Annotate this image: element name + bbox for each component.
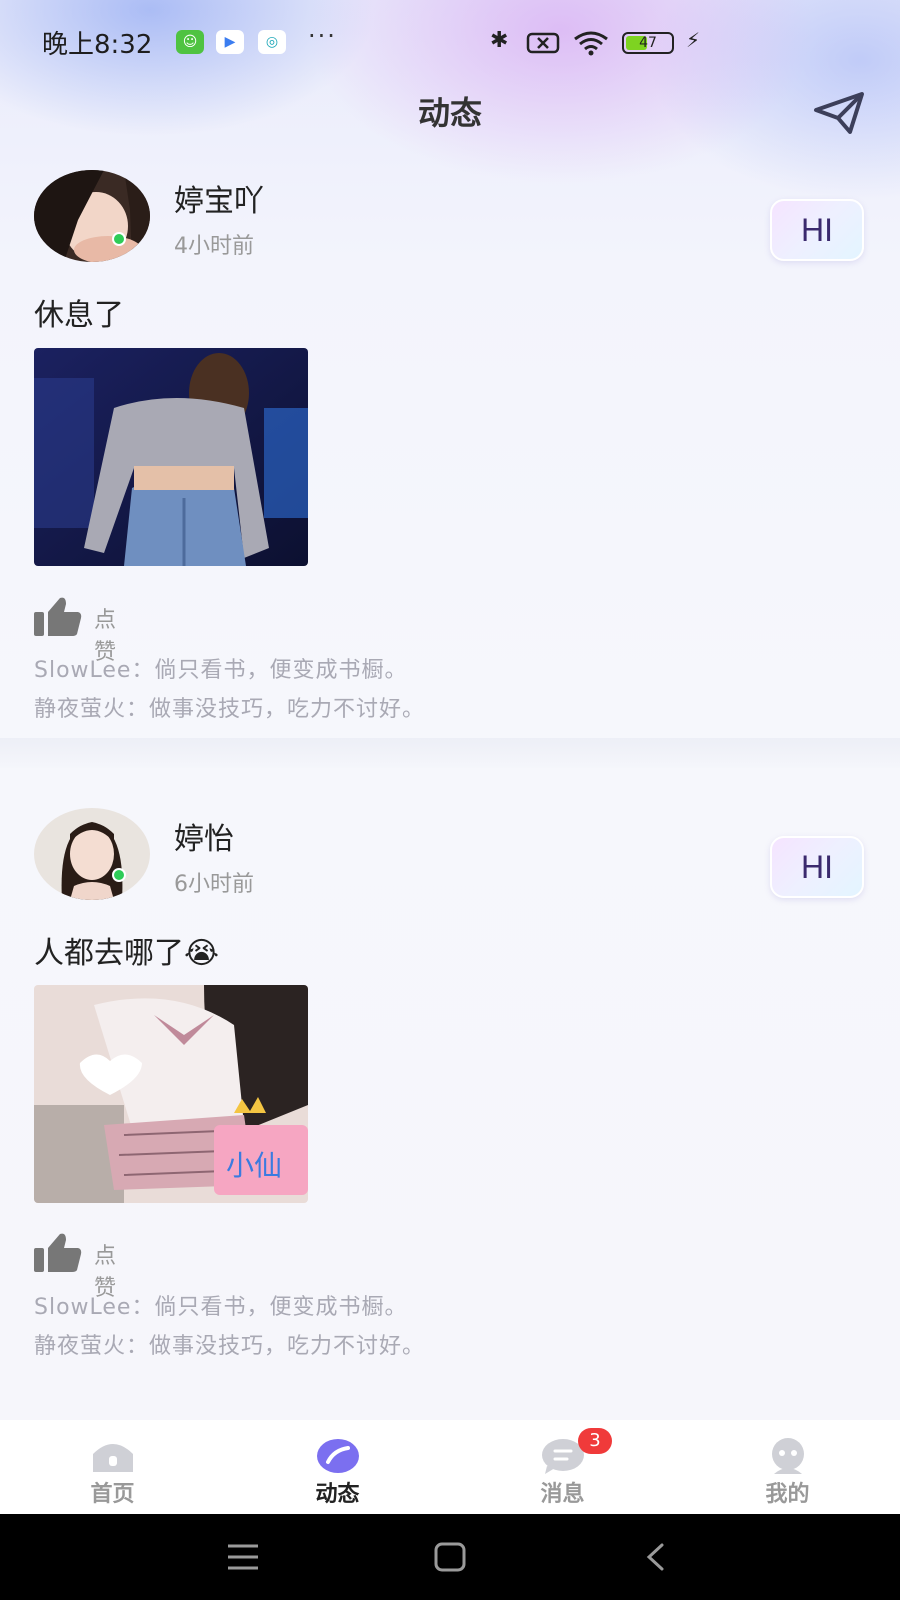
thumbs-up-icon [34,597,82,636]
post-image[interactable]: 小仙 [34,985,308,1203]
comment: SlowLee：倘只看书，便变成书橱。 [34,1289,408,1321]
status-time: 晚上8:32 [42,30,153,60]
nav-label: 首页 [90,1482,135,1507]
menu-icon[interactable] [226,1542,260,1572]
comment: 静夜萤火：做事没技巧，吃力不讨好。 [34,691,425,723]
bottom-nav: 首页 动态 3 消息 我的 [0,1420,900,1514]
back-icon[interactable] [644,1542,666,1572]
thumbs-up-icon [34,1233,82,1272]
comment-separator: ： [131,1295,155,1320]
nav-item-profile[interactable]: 我的 [675,1420,900,1514]
bluetooth-icon: ✱ [490,28,509,53]
page-title: 动态 [417,94,482,132]
post-image[interactable] [34,348,308,566]
home-icon [93,1444,133,1472]
post-divider [0,738,900,768]
comment-separator: ： [126,1334,150,1359]
avatar[interactable] [34,808,150,900]
battery-icon: 47 [622,32,674,54]
home-square-icon[interactable] [434,1542,466,1572]
status-more-dots: ··· [308,22,337,50]
charging-icon: ⚡ [686,28,701,52]
nav-item-messages[interactable]: 3 消息 [450,1420,675,1514]
comment-text: 做事没技巧，吃力不讨好。 [149,697,426,722]
online-status-dot [112,232,126,246]
comment-author[interactable]: SlowLee [34,1295,131,1320]
hi-button[interactable]: HI [770,199,864,261]
nav-label: 动态 [315,1482,360,1507]
sim-off-icon [526,32,560,54]
post-time: 6小时前 [174,872,254,897]
post-text: 人都去哪了😭 [34,936,220,971]
online-status-dot [112,868,126,882]
paper-plane-icon [814,92,864,134]
messenger-app-icon: ☺ [176,30,204,54]
comment-text: 倘只看书，便变成书橱。 [154,658,408,683]
post-text: 休息了 [34,298,124,333]
video-app-icon: ▶ [216,30,244,54]
comment-author[interactable]: 静夜萤火 [34,1334,126,1359]
nav-item-moments[interactable]: 动态 [225,1420,450,1514]
comment-author[interactable]: SlowLee [34,658,131,683]
comment-text: 倘只看书，便变成书橱。 [154,1295,408,1320]
comment-text: 做事没技巧，吃力不讨好。 [149,1334,426,1359]
system-nav-bar [0,1514,900,1600]
battery-percent: 47 [639,35,657,51]
comment: 静夜萤火：做事没技巧，吃力不讨好。 [34,1328,425,1360]
svg-text:小仙: 小仙 [226,1149,282,1182]
unread-badge: 3 [578,1428,612,1454]
hi-button[interactable]: HI [770,836,864,898]
comment: SlowLee：倘只看书，便变成书橱。 [34,652,408,684]
profile-icon [772,1438,804,1474]
wifi-icon [574,31,608,56]
avatar[interactable] [34,170,150,262]
nav-item-home[interactable]: 首页 [0,1420,225,1514]
mobile-network-app-icon: ◎ [258,30,286,54]
comment-separator: ： [126,697,150,722]
moments-icon [317,1439,359,1473]
comment-author[interactable]: 静夜萤火 [34,697,126,722]
comment-separator: ： [131,658,155,683]
nav-label: 我的 [765,1482,810,1507]
nav-label: 消息 [540,1482,585,1507]
post-author-name[interactable]: 婷宝吖 [174,176,264,220]
status-bar: 晚上8:32 ☺ ▶ ◎ ··· ✱ 47 ⚡ [0,0,900,86]
send-post-button[interactable] [812,88,868,138]
post-author-name[interactable]: 婷怡 [174,814,234,858]
post-time: 4小时前 [174,234,254,259]
